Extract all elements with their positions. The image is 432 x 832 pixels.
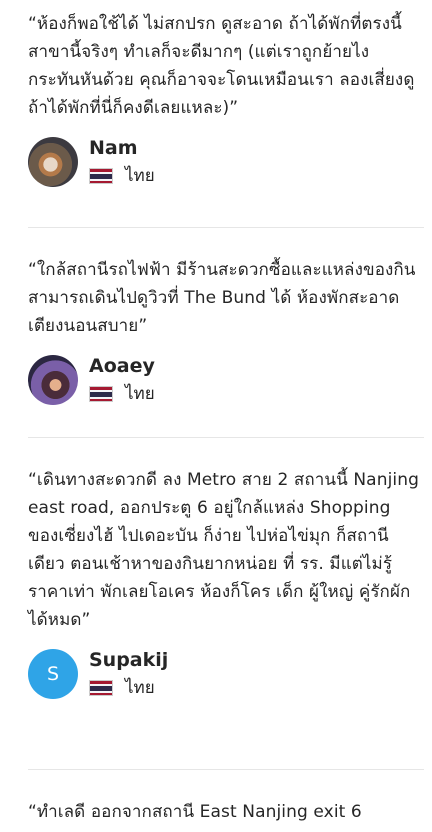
reviewer-info: Nam ไทย: [89, 136, 155, 187]
reviewer-info: Aoaey ไทย: [89, 354, 155, 405]
thailand-flag-icon: [89, 680, 113, 696]
reviewer-name: Supakij: [89, 649, 169, 671]
reviewer-country: ไทย: [89, 165, 155, 187]
thailand-flag-icon: [89, 386, 113, 402]
review-card: “ห้องก็พอใช้ได้ ไม่สกปรก ดูสะอาด ถ้าได้พ…: [28, 0, 424, 228]
review-text: “ห้องก็พอใช้ได้ ไม่สกปรก ดูสะอาด ถ้าได้พ…: [28, 14, 415, 118]
country-name: ไทย: [125, 166, 155, 186]
thailand-flag-icon: [89, 168, 113, 184]
reviews-list: “ห้องก็พอใช้ได้ ไม่สกปรก ดูสะอาด ถ้าได้พ…: [0, 0, 432, 832]
reviewer: Nam ไทย: [28, 136, 424, 187]
reviewer-country: ไทย: [89, 383, 155, 405]
avatar: S: [28, 648, 78, 699]
reviewer-name: Nam: [89, 137, 138, 159]
review-text: “เดินทางสะดวกดี ลง Metro สาย 2 สถานนี้ N…: [28, 470, 419, 630]
review-card: “เดินทางสะดวกดี ลง Metro สาย 2 สถานนี้ N…: [28, 438, 424, 770]
review-card: “ทำเลดี ออกจากสถานี East Nanjing exit 6: [28, 770, 424, 832]
reviewer-country: ไทย: [89, 677, 168, 699]
reviewer-info: Supakij ไทย: [89, 648, 168, 699]
reviewer: S Supakij ไทย: [28, 648, 424, 699]
review-text: “ใกล้สถานีรถไฟฟ้า มีร้านสะดวกซื้อและแหล่…: [28, 260, 416, 336]
review-card: “ใกล้สถานีรถไฟฟ้า มีร้านสะดวกซื้อและแหล่…: [28, 228, 424, 438]
review-text: “ทำเลดี ออกจากสถานี East Nanjing exit 6: [28, 802, 362, 822]
avatar: [28, 136, 78, 187]
country-name: ไทย: [125, 384, 155, 404]
reviewer: Aoaey ไทย: [28, 354, 424, 405]
avatar: [28, 354, 78, 405]
reviewer-name: Aoaey: [89, 355, 155, 377]
country-name: ไทย: [125, 678, 155, 698]
